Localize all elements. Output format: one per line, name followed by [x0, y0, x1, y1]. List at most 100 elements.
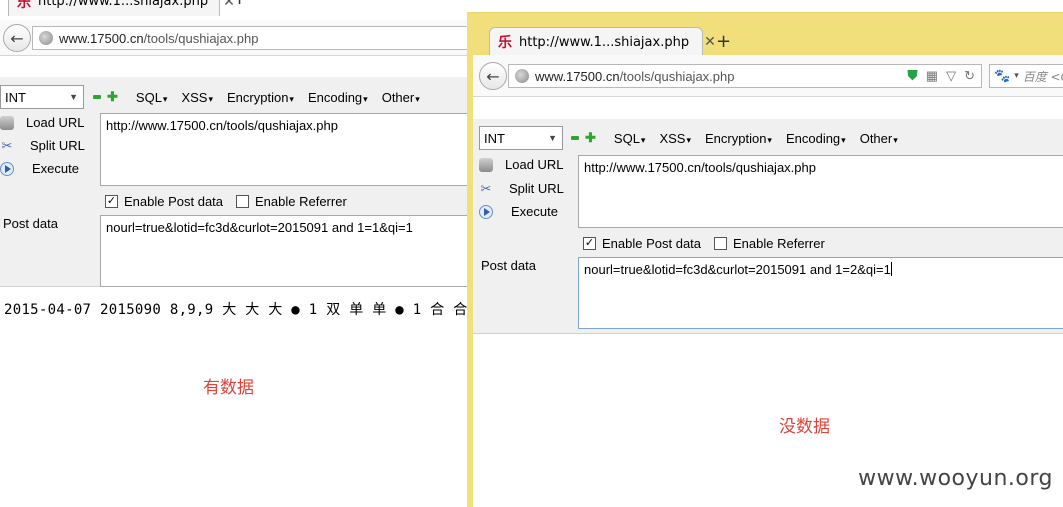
- checkbox-empty-icon: [236, 195, 249, 208]
- reload-icon[interactable]: ↻: [964, 68, 975, 84]
- play-icon: [0, 161, 14, 176]
- new-tab-icon[interactable]: +: [716, 31, 731, 52]
- qr-code-icon[interactable]: ▦: [926, 68, 938, 84]
- execute-label: Execute: [32, 161, 79, 176]
- back-arrow-icon[interactable]: ←: [479, 62, 507, 90]
- right-hackbar: INT ▼ ✚ SQL XSS Encryption Encoding Othe…: [473, 119, 1063, 334]
- url-path: /tools/qushiajax.php: [619, 68, 735, 84]
- dropdown-icon[interactable]: ▽: [946, 68, 956, 84]
- play-icon: [479, 204, 493, 219]
- load-url-label: Load URL: [26, 115, 85, 130]
- menu-encryption[interactable]: Encryption: [705, 131, 772, 146]
- load-url-label: Load URL: [505, 157, 564, 172]
- menu-encoding[interactable]: Encoding: [786, 131, 846, 146]
- post-data-textarea[interactable]: nourl=true&lotid=fc3d&curlot=2015091 and…: [100, 215, 470, 287]
- shield-icon[interactable]: ⛊: [907, 67, 918, 84]
- right-browser-window: 乐 http://www.1...shiajax.php ✕ + ← www.1…: [467, 12, 1063, 507]
- enable-referrer-checkbox[interactable]: Enable Referrer: [236, 194, 347, 209]
- left-hackbar: INT ▼ ✚ SQL XSS Encryption Encoding Othe…: [0, 77, 470, 287]
- menu-sql[interactable]: SQL: [136, 90, 168, 105]
- enable-post-label: Enable Post data: [602, 236, 702, 251]
- left-hackbar-menu: ✚ SQL XSS Encryption Encoding Other: [93, 89, 420, 105]
- left-browser-window: 乐 http://www.1...shiajax.php ✕ + ← www.1…: [0, 0, 470, 507]
- menu-encryption[interactable]: Encryption: [227, 90, 294, 105]
- scissors-icon: ✂: [480, 180, 492, 196]
- post-data-label: Post data: [481, 258, 536, 273]
- right-tab-strip: 乐 http://www.1...shiajax.php ✕ +: [473, 13, 1063, 56]
- baidu-paw-icon: 🐾: [994, 68, 1011, 84]
- chevron-down-icon: ▼: [69, 92, 78, 102]
- globe-icon: [39, 31, 53, 45]
- result-text: 2015-04-07 2015090 8,9,9 大 大 大 ● 1 双 单 单…: [4, 302, 468, 318]
- url-domain: www.17500.cn: [535, 68, 620, 84]
- checkbox-checked-icon: ✓: [583, 237, 596, 250]
- left-tab-strip: 乐 http://www.1...shiajax.php ✕ +: [0, 0, 470, 16]
- enable-referrer-label: Enable Referrer: [733, 236, 825, 251]
- enable-post-checkbox[interactable]: ✓ Enable Post data: [105, 194, 223, 209]
- type-select-value: INT: [484, 130, 505, 146]
- url-path: /tools/qushiajax.php: [143, 30, 259, 46]
- left-url-bar[interactable]: www.17500.cn/tools/qushiajax.php: [32, 26, 470, 50]
- globe-icon: [515, 69, 529, 83]
- enable-post-checkbox[interactable]: ✓ Enable Post data: [583, 236, 701, 251]
- menu-xss[interactable]: XSS: [659, 131, 691, 146]
- enable-post-label: Enable Post data: [124, 194, 224, 209]
- split-url-label: Split URL: [509, 181, 564, 196]
- menu-other[interactable]: Other: [382, 90, 420, 105]
- search-box[interactable]: 🐾 ▾ 百度 <C: [989, 64, 1063, 88]
- menu-xss[interactable]: XSS: [181, 90, 213, 105]
- type-select-value: INT: [5, 89, 26, 105]
- execute-button[interactable]: Execute: [479, 204, 558, 219]
- left-nav-bar: ← www.17500.cn/tools/qushiajax.php: [0, 20, 470, 56]
- url-textarea[interactable]: http://www.17500.cn/tools/qushiajax.php: [578, 155, 1063, 228]
- execute-button[interactable]: Execute: [0, 161, 79, 176]
- left-tab[interactable]: 乐 http://www.1...shiajax.php ✕: [8, 0, 235, 16]
- chevron-down-icon: ▼: [548, 133, 557, 143]
- no-data-note: 没数据: [779, 417, 830, 437]
- chevron-down-icon: ▾: [1014, 71, 1019, 81]
- right-hackbar-menu: ✚ SQL XSS Encryption Encoding Other: [571, 130, 898, 146]
- checkbox-empty-icon: [714, 237, 727, 250]
- type-select[interactable]: INT ▼: [479, 126, 563, 150]
- post-data-value: nourl=true&lotid=fc3d&curlot=2015091 and…: [584, 262, 891, 277]
- url-textarea[interactable]: http://www.17500.cn/tools/qushiajax.php: [100, 113, 470, 186]
- close-icon[interactable]: ✕: [704, 34, 716, 50]
- right-tab[interactable]: 乐 http://www.1...shiajax.php ✕: [489, 27, 716, 56]
- post-data-textarea[interactable]: nourl=true&lotid=fc3d&curlot=2015091 and…: [578, 257, 1063, 329]
- text-caret: [890, 262, 892, 276]
- tab-title: http://www.1...shiajax.php: [38, 0, 209, 9]
- minus-icon[interactable]: [571, 136, 579, 140]
- execute-label: Execute: [511, 204, 558, 219]
- load-url-button[interactable]: Load URL: [479, 157, 564, 172]
- plus-icon[interactable]: ✚: [107, 89, 118, 105]
- checkbox-checked-icon: ✓: [105, 195, 118, 208]
- back-arrow-icon[interactable]: ←: [3, 24, 31, 52]
- watermark: www.wooyun.org: [858, 466, 1053, 491]
- menu-other[interactable]: Other: [860, 131, 898, 146]
- tab-title: http://www.1...shiajax.php: [519, 34, 690, 50]
- split-url-label: Split URL: [30, 138, 85, 153]
- favicon-icon: 乐: [17, 0, 31, 11]
- favicon-icon: 乐: [498, 35, 512, 51]
- enable-referrer-label: Enable Referrer: [255, 194, 347, 209]
- right-url-bar[interactable]: www.17500.cn/tools/qushiajax.php ⛊ ▦ ▽ ↻: [508, 64, 982, 88]
- url-domain: www.17500.cn: [59, 30, 144, 46]
- split-url-button[interactable]: ✂ Split URL: [479, 181, 564, 196]
- load-url-icon: [0, 115, 14, 130]
- enable-referrer-checkbox[interactable]: Enable Referrer: [714, 236, 825, 251]
- right-nav-bar: ← www.17500.cn/tools/qushiajax.php ⛊ ▦ ▽…: [473, 55, 1063, 97]
- post-data-label: Post data: [3, 216, 58, 231]
- type-select[interactable]: INT ▼: [0, 85, 84, 109]
- plus-icon[interactable]: ✚: [585, 130, 596, 146]
- has-data-note: 有数据: [203, 378, 254, 398]
- new-tab-icon[interactable]: +: [232, 0, 247, 9]
- search-placeholder: 百度 <C: [1022, 69, 1063, 84]
- url-tools: ⛊ ▦ ▽ ↻: [907, 67, 975, 84]
- menu-encoding[interactable]: Encoding: [308, 90, 368, 105]
- split-url-button[interactable]: ✂ Split URL: [0, 138, 85, 153]
- load-url-button[interactable]: Load URL: [0, 115, 85, 130]
- scissors-icon: ✂: [1, 137, 13, 153]
- load-url-icon: [479, 157, 493, 172]
- minus-icon[interactable]: [93, 95, 101, 99]
- menu-sql[interactable]: SQL: [614, 131, 646, 146]
